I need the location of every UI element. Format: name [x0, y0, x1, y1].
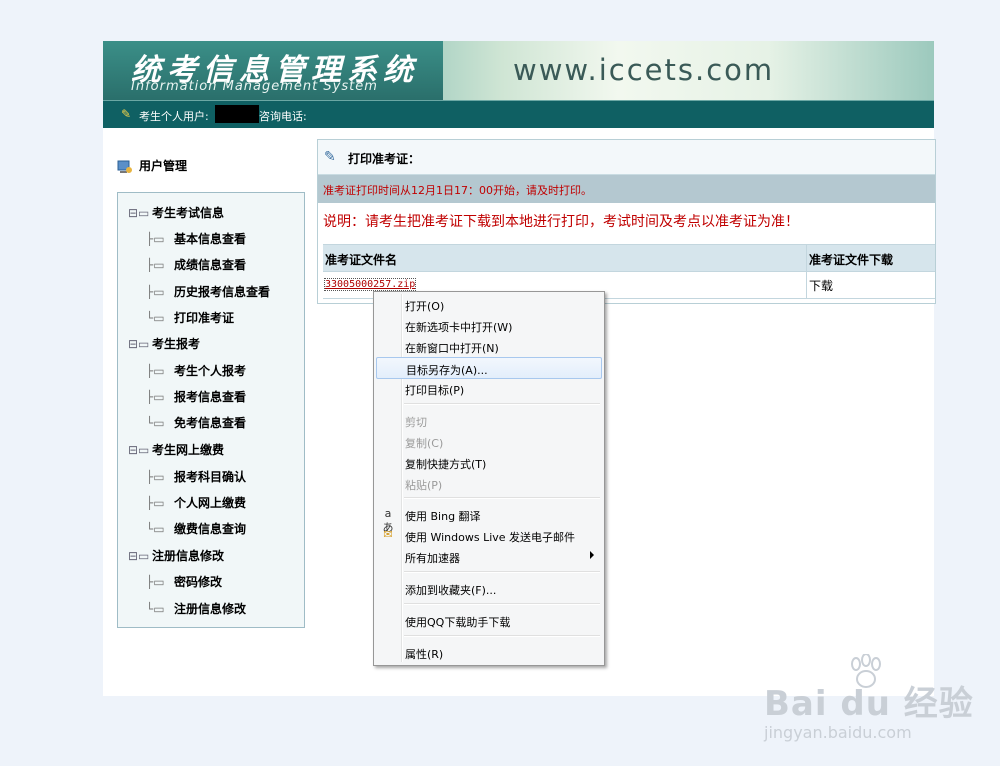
page-icon: ├▭: [146, 258, 165, 272]
menu-item-cut: 剪切: [405, 416, 427, 429]
tree-group-payment[interactable]: ⊟▭ 考生网上缴费: [128, 441, 224, 458]
folder-icon: ⊟▭: [128, 337, 150, 351]
menu-item-bing-translate[interactable]: aあ 使用 Bing 翻译: [376, 504, 600, 534]
download-cell[interactable]: 下载: [809, 277, 833, 294]
phone-label: 咨询电话:: [259, 110, 307, 123]
header-banner: 统考信息管理系统 Information Management System w…: [103, 41, 934, 100]
menu-item-paste: 粘贴(P): [405, 479, 443, 492]
tree-group-exam-info[interactable]: ⊟▭ 考生考试信息: [128, 204, 224, 221]
tree-item-subject-confirm[interactable]: ├▭ 报考科目确认: [146, 468, 246, 485]
tree-item-exempt-info[interactable]: └▭ 免考信息查看: [146, 414, 246, 431]
tree-item-password[interactable]: ├▭ 密码修改: [146, 573, 222, 590]
user-info-bar: ✎ 考生个人用户: 咨询电话:: [103, 100, 934, 128]
tree-item-payment-query[interactable]: └▭ 缴费信息查询: [146, 520, 246, 537]
page-icon: └▭: [146, 602, 165, 616]
menu-item-qq-download[interactable]: 使用QQ下载助手下载: [376, 610, 600, 630]
logo-area: 统考信息管理系统 Information Management System: [103, 41, 443, 100]
folder-icon: ⊟▭: [128, 443, 150, 457]
tree-item-history-info[interactable]: ├▭ 历史报考信息查看: [146, 283, 270, 300]
menu-item-open-new-window[interactable]: 在新窗口中打开(N): [376, 336, 600, 356]
tree-group-account[interactable]: ⊟▭ 注册信息修改: [128, 547, 224, 564]
sidebar-title-text: 用户管理: [139, 159, 188, 173]
nav-tree: ⊟▭ 考生考试信息 ├▭ 基本信息查看 ├▭ 成绩信息查看 ├▭ 历史报考信息查看 └▭…: [117, 192, 305, 628]
menu-item-copy-shortcut[interactable]: 复制快捷方式(T): [376, 452, 600, 472]
menu-item-properties[interactable]: 属性(R): [376, 642, 600, 662]
menu-item-windows-live-email[interactable]: ✉ 使用 Windows Live 发送电子邮件: [376, 525, 600, 545]
page-icon: └▭: [146, 311, 165, 325]
email-icon: ✉: [383, 528, 393, 541]
tree-item-register-info[interactable]: ├▭ 报考信息查看: [146, 388, 246, 405]
page-icon: ├▭: [146, 285, 165, 299]
translate-icon: aあ: [382, 507, 394, 534]
baidu-paw-icon: [851, 654, 881, 688]
table-header: 准考证文件名 准考证文件下载: [323, 244, 935, 272]
page-icon: ├▭: [146, 390, 165, 404]
context-menu: 打开(O) 在新选项卡中打开(W) 在新窗口中打开(N) 目标另存为(A)...…: [373, 291, 605, 666]
redacted-username: [215, 105, 259, 123]
user-management-icon: [117, 160, 132, 173]
baidu-jingyan-watermark: Bai du 经验 jingyan.baidu.com: [764, 654, 974, 742]
system-subtitle: Information Management System: [131, 79, 378, 94]
menu-item-open[interactable]: 打开(O): [376, 294, 600, 314]
folder-icon: ⊟▭: [128, 206, 150, 220]
column-header-download: 准考证文件下载: [809, 253, 894, 267]
user-icon: ✎: [121, 107, 132, 121]
menu-item-print-target[interactable]: 打印目标(P): [376, 378, 600, 398]
main-panel: ✎ 打印准考证： 准考证打印时间从12月1日17：00开始，请及时打印。 说明：…: [317, 139, 936, 304]
page-icon: ├▭: [146, 364, 165, 378]
menu-item-open-new-tab[interactable]: 在新选项卡中打开(W): [376, 315, 600, 335]
page-icon: ├▭: [146, 470, 165, 484]
panel-title: 打印准考证：: [348, 152, 421, 166]
menu-item-save-target-as[interactable]: 目标另存为(A)...: [376, 357, 602, 379]
page-icon: ├▭: [146, 575, 165, 589]
folder-icon: ⊟▭: [128, 549, 150, 563]
tree-item-basic-info[interactable]: ├▭ 基本信息查看: [146, 230, 246, 247]
submenu-arrow-icon: [590, 551, 594, 559]
tree-item-online-payment[interactable]: ├▭ 个人网上缴费: [146, 494, 246, 511]
menu-item-add-favorites[interactable]: 添加到收藏夹(F)...: [376, 578, 600, 598]
panel-header: ✎ 打印准考证：: [318, 140, 935, 175]
page-icon: ├▭: [146, 496, 165, 510]
tree-item-personal-register[interactable]: ├▭ 考生个人报考: [146, 362, 246, 379]
tree-item-print-admission[interactable]: └▭ 打印准考证: [146, 309, 234, 326]
menu-item-accelerators[interactable]: 所有加速器: [376, 546, 600, 566]
tree-item-score-info[interactable]: ├▭ 成绩信息查看: [146, 256, 246, 273]
user-label: 考生个人用户:: [139, 110, 209, 123]
page-icon: ├▭: [146, 232, 165, 246]
page-icon: └▭: [146, 522, 165, 536]
watermark-url: jingyan.baidu.com: [764, 723, 912, 742]
site-url: www.iccets.com: [513, 53, 775, 87]
page-icon: └▭: [146, 416, 165, 430]
edit-icon: ✎: [324, 149, 336, 165]
sidebar-title: 用户管理: [117, 157, 187, 175]
tree-item-edit-registration[interactable]: └▭ 注册信息修改: [146, 600, 246, 617]
column-header-filename: 准考证文件名: [325, 253, 398, 267]
menu-item-copy: 复制(C): [405, 437, 444, 450]
print-notice: 准考证打印时间从12月1日17：00开始，请及时打印。: [318, 175, 935, 203]
tree-group-register[interactable]: ⊟▭ 考生报考: [128, 335, 200, 352]
instructions: 说明：请考生把准考证下载到本地进行打印，考试时间及考点以准考证为准！: [323, 214, 799, 230]
admission-file-link[interactable]: 33005000257.zip: [323, 278, 417, 291]
